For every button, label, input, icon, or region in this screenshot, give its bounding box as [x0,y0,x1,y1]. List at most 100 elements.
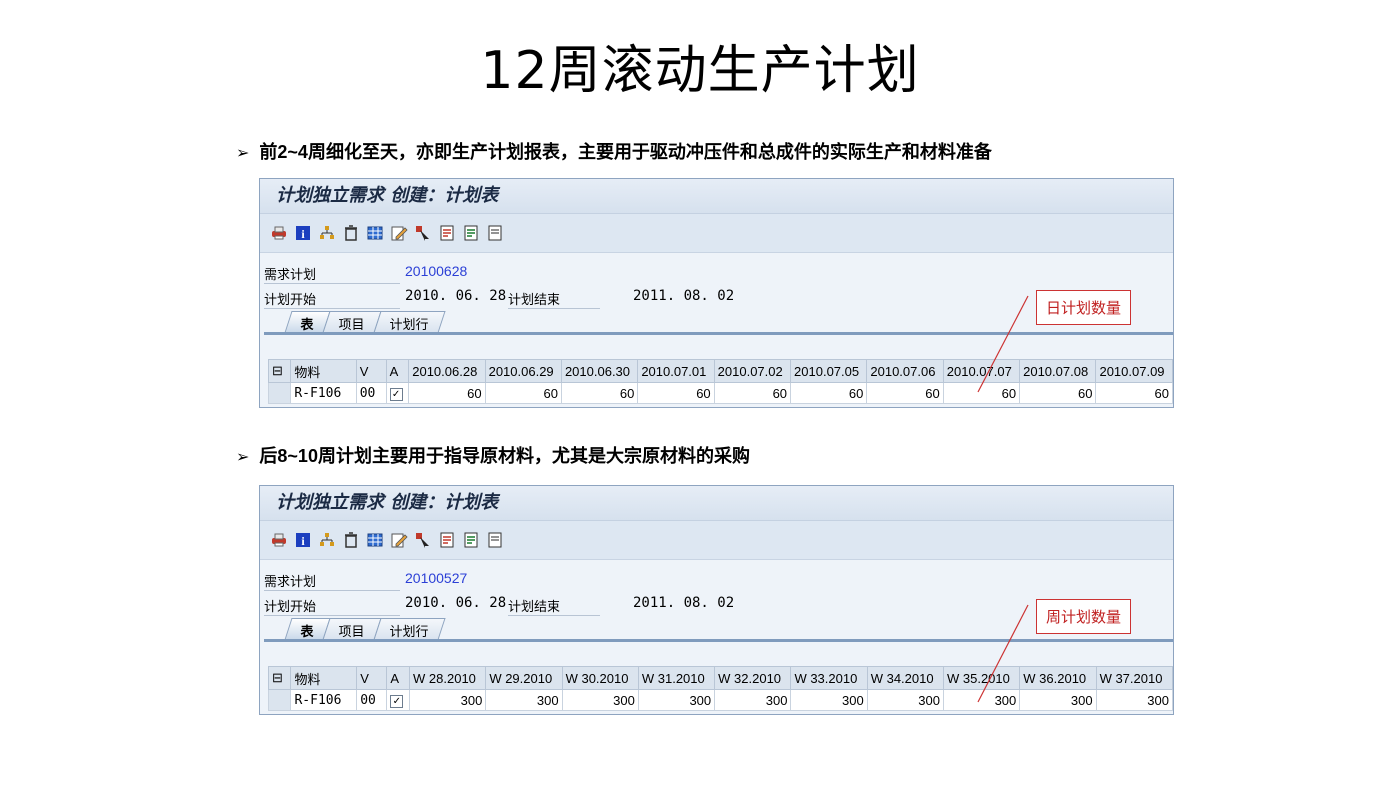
doc-icon[interactable] [438,224,456,242]
table-header-row: ⊟ 物料 V A 2010.06.28 2010.06.29 2010.06.3… [267,359,1173,383]
tab-strip: 表 项目 计划行 [274,311,446,333]
start-label: 计划开始 [264,289,400,309]
print-icon[interactable] [270,224,288,242]
start-label: 计划开始 [264,596,400,616]
doc3-icon[interactable] [486,224,504,242]
trash-icon[interactable] [342,531,360,549]
col-header[interactable]: W 29.2010 [485,666,563,690]
col-header[interactable]: 物料 [290,666,358,690]
info-icon[interactable]: i [294,224,312,242]
col-header[interactable]: W 31.2010 [637,666,716,690]
tab-schedule-lines[interactable]: 计划行 [373,311,446,333]
plan-value[interactable]: 20100628 [405,263,467,279]
qty-cell[interactable]: 300 [561,689,639,711]
tab-items[interactable]: 项目 [322,618,382,640]
qty-cell[interactable]: 60 [866,382,944,404]
qty-cell[interactable]: 300 [1095,689,1173,711]
col-header[interactable]: 2010.07.01 [637,359,715,383]
col-header[interactable]: W 33.2010 [790,666,868,690]
qty-cell[interactable]: 300 [942,689,1021,711]
qty-cell[interactable]: 60 [408,382,486,404]
bullet-weekly-text: 后8~10周计划主要用于指导原材料，尤其是大宗原材料的采购 [259,446,750,466]
active-checkbox[interactable]: ✓ [386,689,411,711]
print-icon[interactable] [270,531,288,549]
col-header[interactable]: V [356,666,388,690]
plan-table: ⊟ 物料 V A W 28.2010 W 29.2010 W 30.2010 W… [267,666,1173,711]
panel-title: 计划独立需求 创建：计划表 [260,179,1173,214]
info-icon[interactable]: i [294,531,312,549]
doc-icon[interactable] [438,531,456,549]
qty-cell[interactable]: 60 [484,382,562,404]
col-header[interactable]: W 36.2010 [1019,666,1097,690]
hierarchy-icon[interactable] [318,531,336,549]
qty-cell[interactable]: 300 [409,689,487,711]
col-header[interactable]: 2010.06.30 [560,359,639,383]
hierarchy-icon[interactable] [318,224,336,242]
qty-cell[interactable]: 300 [637,689,716,711]
select-all-icon[interactable]: ⊟ [267,359,292,383]
qty-cell[interactable]: 300 [714,689,792,711]
toolbar: i [260,214,1173,253]
col-header[interactable]: W 30.2010 [561,666,639,690]
edit-icon[interactable] [390,224,408,242]
plan-value[interactable]: 20100527 [405,570,467,586]
col-header[interactable]: 2010.07.08 [1019,359,1097,383]
plan-label: 需求计划 [264,264,400,284]
col-header[interactable]: 2010.07.09 [1095,359,1173,383]
tab-schedule-lines[interactable]: 计划行 [373,618,446,640]
col-header[interactable]: W 28.2010 [409,666,487,690]
start-value: 2010. 06. 28 [405,595,507,611]
qty-cell[interactable]: 60 [713,382,792,404]
select-icon[interactable] [414,531,432,549]
active-checkbox[interactable]: ✓ [385,382,410,404]
end-label: 计划结束 [508,596,600,616]
select-all-icon[interactable]: ⊟ [267,666,292,690]
bullet-weekly: ➢ 后8~10周计划主要用于指导原材料，尤其是大宗原材料的采购 [236,442,750,468]
table-icon[interactable] [366,224,384,242]
col-header[interactable]: 2010.07.02 [713,359,792,383]
version-cell[interactable]: 00 [356,689,388,711]
bullet-daily: ➢ 前2~4周细化至天，亦即生产计划报表，主要用于驱动冲压件和总成件的实际生产和材… [236,138,992,164]
doc2-icon[interactable] [462,224,480,242]
col-header[interactable]: W 34.2010 [866,666,945,690]
qty-cell[interactable]: 300 [1019,689,1097,711]
version-cell[interactable]: 00 [355,382,387,404]
trash-icon[interactable] [342,224,360,242]
doc2-icon[interactable] [462,531,480,549]
select-icon[interactable] [414,224,432,242]
qty-cell[interactable]: 60 [942,382,1021,404]
col-header[interactable]: 2010.07.07 [942,359,1021,383]
row-selector[interactable] [267,689,292,711]
qty-cell[interactable]: 300 [790,689,868,711]
col-header[interactable]: A [385,359,410,383]
col-header[interactable]: W 37.2010 [1095,666,1173,690]
qty-cell[interactable]: 60 [1019,382,1097,404]
col-header[interactable]: 2010.07.06 [866,359,944,383]
grid-area: ⊟ 物料 V A 2010.06.28 2010.06.29 2010.06.3… [260,333,1173,407]
doc3-icon[interactable] [486,531,504,549]
qty-cell[interactable]: 60 [560,382,639,404]
qty-cell[interactable]: 60 [637,382,715,404]
row-selector[interactable] [267,382,292,404]
qty-cell[interactable]: 300 [866,689,945,711]
col-header[interactable]: W 35.2010 [942,666,1021,690]
tab-items[interactable]: 项目 [322,311,382,333]
col-header[interactable]: 2010.06.29 [484,359,562,383]
qty-cell[interactable]: 300 [485,689,563,711]
col-header[interactable]: V [355,359,387,383]
col-header[interactable]: W 32.2010 [714,666,792,690]
table-icon[interactable] [366,531,384,549]
col-header[interactable]: 2010.07.05 [790,359,868,383]
col-header[interactable]: 物料 [290,359,357,383]
col-header[interactable]: A [386,666,411,690]
material-cell[interactable]: R-F106 [290,689,358,711]
material-cell[interactable]: R-F106 [290,382,357,404]
col-header[interactable]: 2010.06.28 [408,359,486,383]
checkmark-icon[interactable]: ✓ [389,388,403,401]
end-value: 2011. 08. 02 [633,595,735,611]
slide-title: 12周滚动生产计划 [480,41,920,101]
checkmark-icon[interactable]: ✓ [390,695,404,708]
qty-cell[interactable]: 60 [790,382,868,404]
edit-icon[interactable] [390,531,408,549]
qty-cell[interactable]: 60 [1095,382,1173,404]
